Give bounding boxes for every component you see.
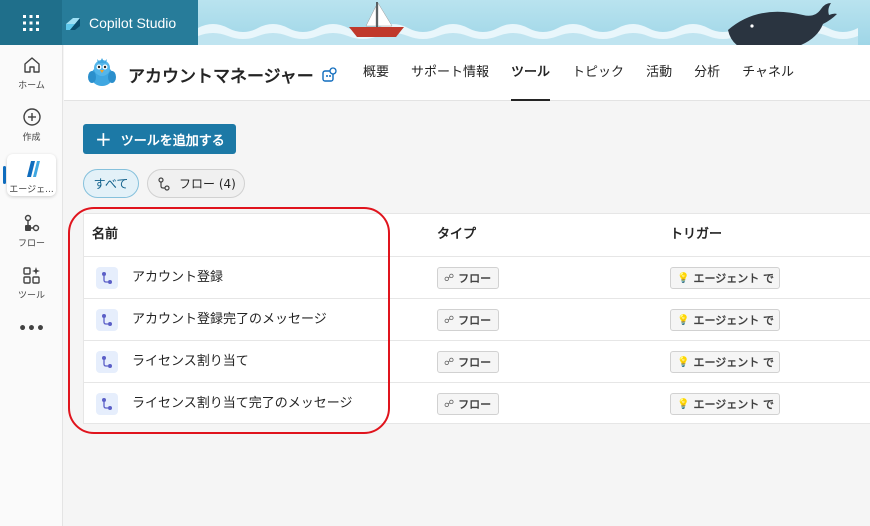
agent-avatar-bird-icon [88,58,116,86]
top-banner: Copilot Studio [0,0,870,45]
rail-label-home: ホーム [18,81,45,91]
tab-analytics[interactable]: 分析 [683,45,731,101]
filter-flow-chip[interactable]: フロー (4) [147,169,245,198]
tool-name[interactable]: アカウント登録 [132,257,223,299]
agent-name-title: アカウントマネージャー [128,67,314,87]
flow-tool-icon [96,393,118,415]
waffle-icon [23,14,39,31]
home-icon [23,57,40,73]
more-icon: ••• [18,321,45,337]
brand[interactable]: Copilot Studio [62,0,198,45]
type-badge: ☍ フロー [437,351,499,373]
lightbulb-icon: 💡 [677,398,690,410]
flow-badge-icon: ☍ [444,272,455,284]
rail-item-flows[interactable]: フロー [0,213,63,249]
flow-tool-icon [96,351,118,373]
tool-name[interactable]: アカウント登録完了のメッセージ [132,299,327,341]
rail-label-flows: フロー [17,239,45,249]
plus-icon: + [95,127,112,151]
filter-all-chip[interactable]: すべて [83,169,139,198]
rail-label-agents: エージェ... [9,185,54,195]
app-launcher-button[interactable] [0,0,62,45]
tab-bar: 概要 サポート情報 ツール トピック 活動 分析 チャネル [352,45,805,101]
column-header-type[interactable]: タイプ [437,214,476,256]
tab-activity[interactable]: 活動 [635,45,683,101]
tab-topics[interactable]: トピック [561,45,635,101]
trigger-badge-label: エージェント で [693,272,775,285]
table-row[interactable]: アカウント登録 ☍ フロー 💡 エージェント で [84,256,870,298]
filter-all-label: すべて [93,177,129,191]
tool-name[interactable]: ライセンス割り当て [132,341,249,383]
agent-settings-icon[interactable] [321,67,337,83]
type-badge: ☍ フロー [437,393,499,415]
table-row[interactable]: アカウント登録完了のメッセージ ☍ フロー 💡 エージェント で [84,298,870,340]
tools-icon [22,267,40,284]
trigger-badge: 💡 エージェント で [670,351,780,373]
copilot-studio-logo-icon [66,17,80,30]
lightbulb-icon: 💡 [677,356,690,368]
tab-channels[interactable]: チャネル [731,45,805,101]
flow-badge-icon: ☍ [444,398,455,410]
tab-overview[interactable]: 概要 [352,45,400,101]
type-badge: ☍ フロー [437,267,499,289]
flow-badge-icon: ☍ [444,314,455,326]
table-row[interactable]: ライセンス割り当て ☍ フロー 💡 エージェント で [84,340,870,382]
type-badge-label: フロー [458,398,492,411]
trigger-badge: 💡 エージェント で [670,393,780,415]
type-badge-label: フロー [458,272,492,285]
column-header-name[interactable]: 名前 [92,214,118,256]
flow-badge-icon: ☍ [444,356,455,368]
tab-tools[interactable]: ツール [500,45,561,101]
add-tool-button[interactable]: + ツールを追加する [83,124,236,154]
flow-tool-icon [96,309,118,331]
create-icon [22,108,41,126]
flow-icon [24,214,39,232]
trigger-badge: 💡 エージェント で [670,309,780,331]
rail-item-tools[interactable]: ツール [0,265,63,301]
lightbulb-icon: 💡 [677,314,690,326]
more-options-button[interactable]: ••• [0,321,63,337]
trigger-badge-label: エージェント で [693,356,775,369]
rail-item-home[interactable]: ホーム [0,55,63,91]
tab-knowledge[interactable]: サポート情報 [400,45,500,101]
filter-flow-label: フロー (4) [179,177,236,191]
flow-tool-icon [96,267,118,289]
agent-icon [26,161,40,177]
column-header-trigger[interactable]: トリガー [670,214,722,256]
lightbulb-icon: 💡 [677,272,690,284]
tools-table: 名前 タイプ トリガー アカウント登録 ☍ フロー 💡 エージェント で アカウ… [83,213,870,424]
page-header: アカウントマネージャー 概要 サポート情報 ツール トピック 活動 分析 チャネ… [64,45,870,101]
tool-name[interactable]: ライセンス割り当て完了のメッセージ [132,383,352,425]
table-row[interactable]: ライセンス割り当て完了のメッセージ ☍ フロー 💡 エージェント で [84,382,870,424]
add-tool-label: ツールを追加する [120,133,225,149]
type-badge-label: フロー [458,356,492,369]
trigger-badge-label: エージェント で [693,398,775,411]
left-rail: ホーム 作成 エージェ... フロー ツール ••• [0,45,63,526]
type-badge: ☍ フロー [437,309,499,331]
trigger-badge-label: エージェント で [693,314,775,327]
trigger-badge: 💡 エージェント で [670,267,780,289]
rail-label-create: 作成 [22,133,41,143]
rail-item-agents[interactable]: エージェ... [0,159,63,195]
rail-item-create[interactable]: 作成 [0,107,63,143]
brand-name: Copilot Studio [89,14,177,31]
rail-label-tools: ツール [17,291,45,301]
type-badge-label: フロー [458,314,492,327]
flow-icon [158,176,170,191]
